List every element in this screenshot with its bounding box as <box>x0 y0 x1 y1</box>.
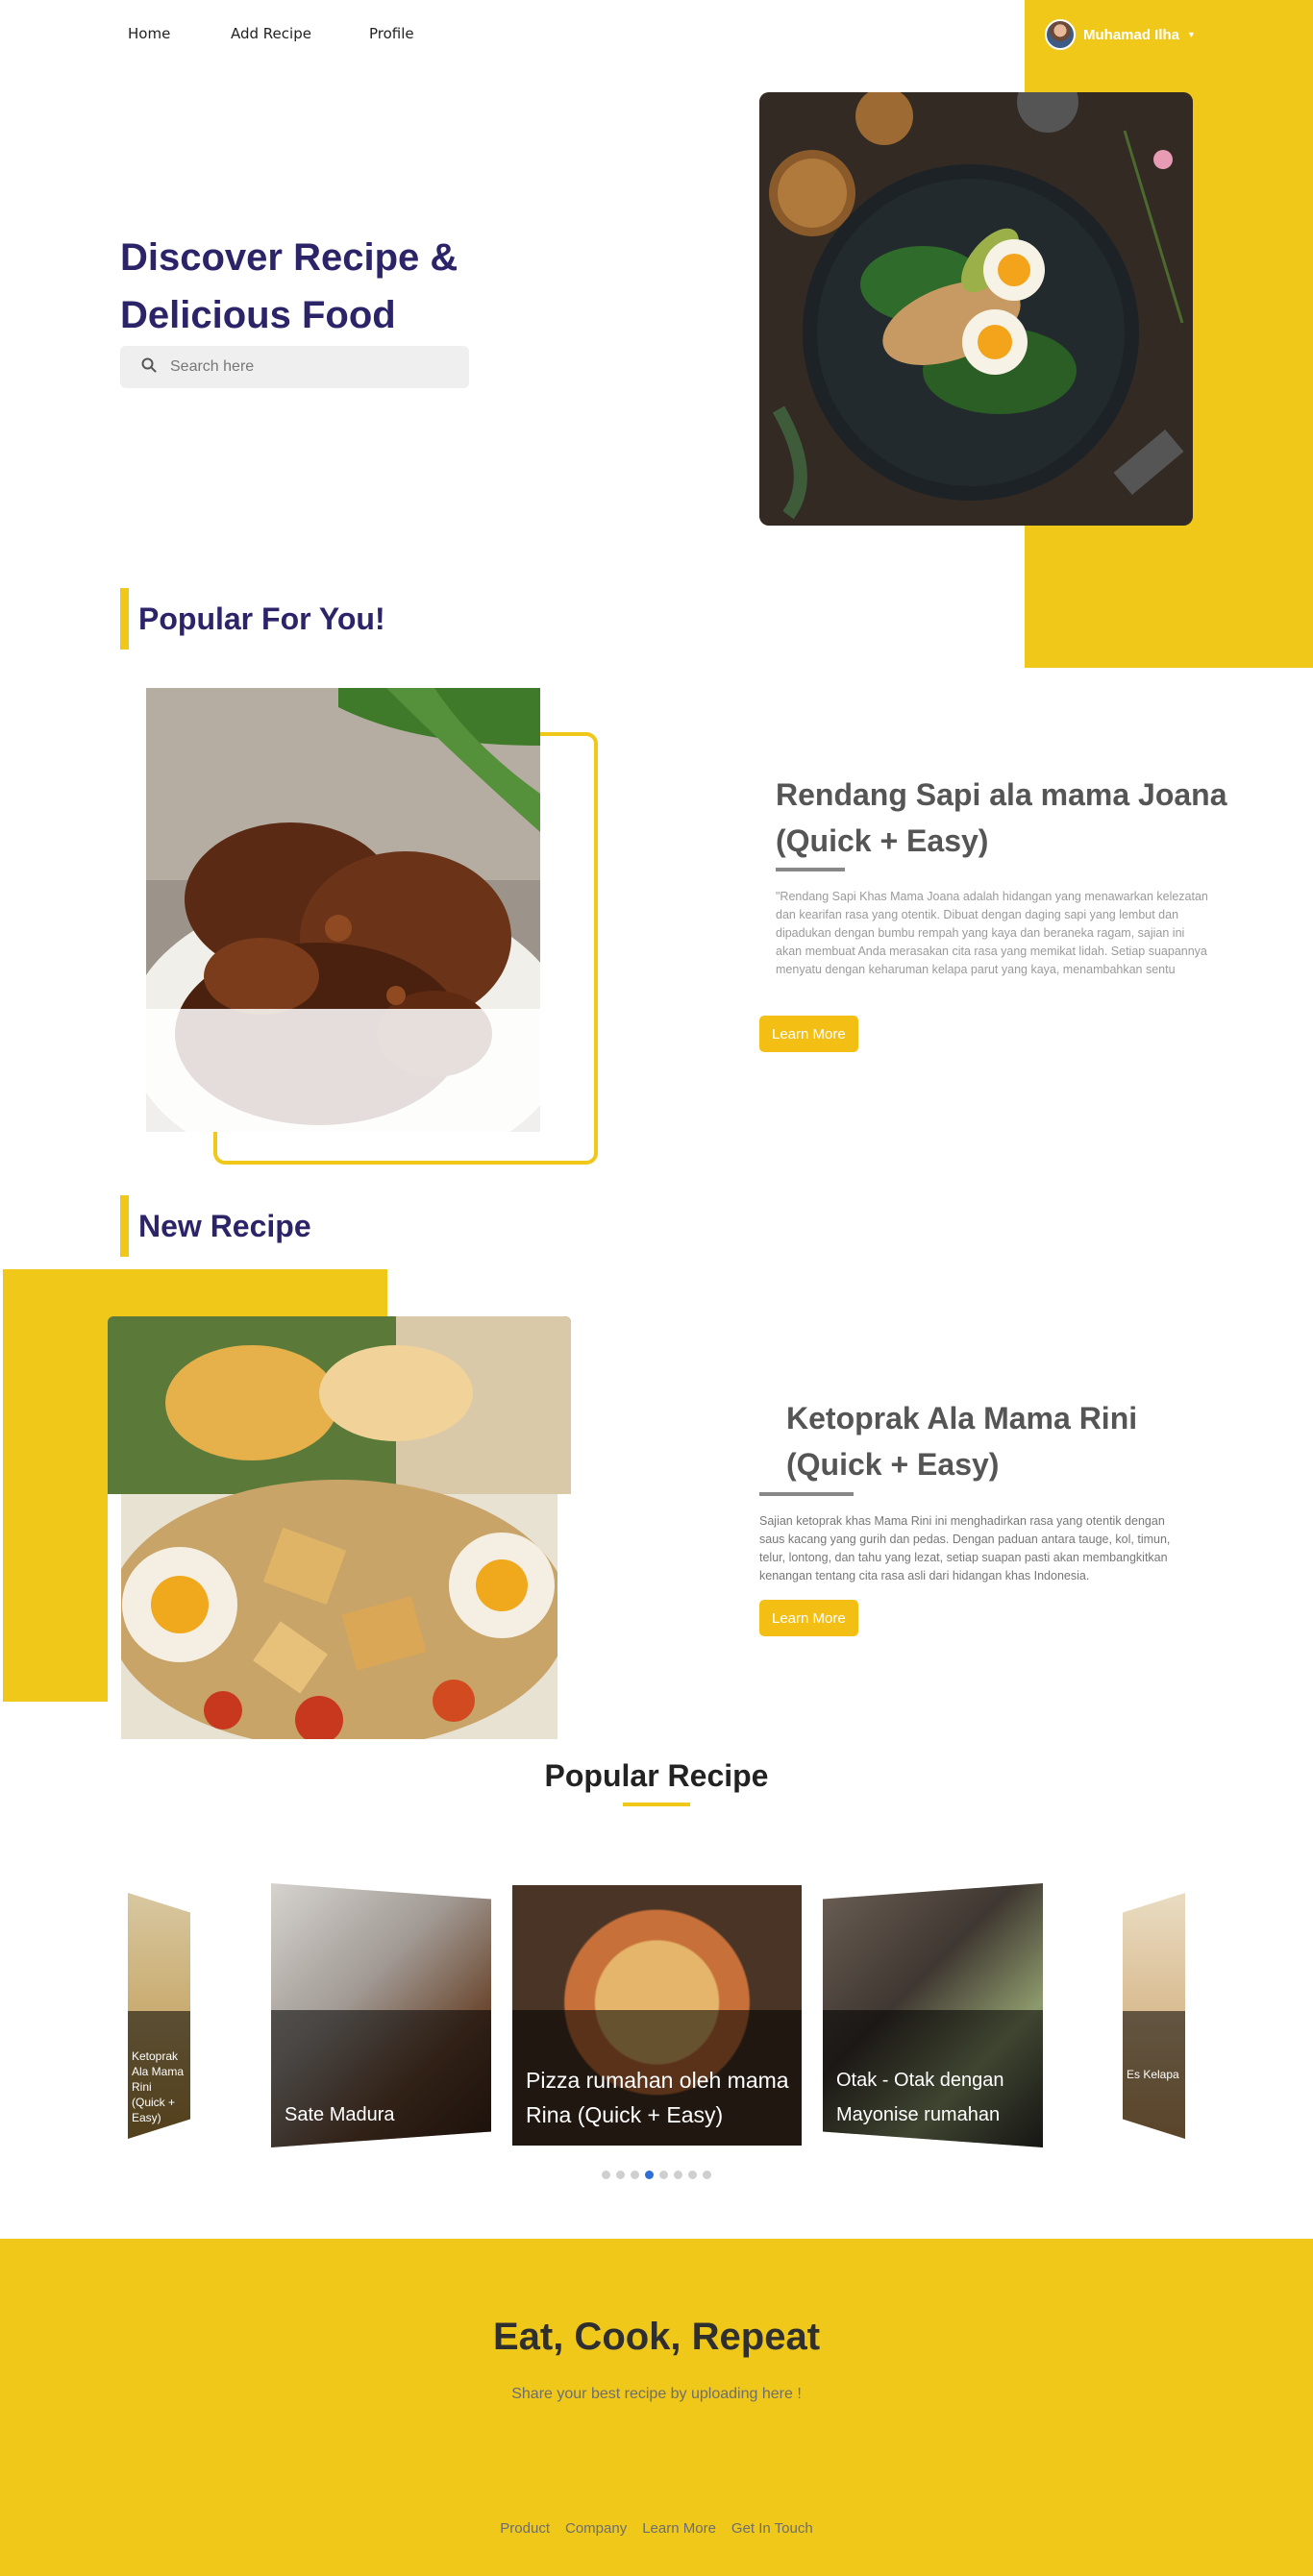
search-icon <box>141 357 157 378</box>
ketoprak-image <box>108 1316 571 1739</box>
carousel-dot[interactable] <box>659 2171 668 2179</box>
popular-learn-more-button[interactable]: Learn More <box>759 1016 858 1052</box>
navbar: Home Add Recipe Profile Muhamad Ilha ▼ <box>0 0 1313 69</box>
footer-links: Product Company Learn More Get In Touch <box>0 2520 1313 2537</box>
popular-recipe-description: "Rendang Sapi Khas Mama Joana adalah hid… <box>776 890 1208 976</box>
popular-for-you-heading: Popular For You! <box>120 588 385 650</box>
carousel-slide[interactable]: Otak - Otak dengan Mayonise rumahan <box>823 1883 1043 2147</box>
section-title: Popular For You! <box>138 601 385 636</box>
carousel-pagination <box>0 2171 1313 2179</box>
slide-caption: Es Kelapa <box>1127 2068 1179 2081</box>
carousel-slide[interactable]: Sate Madura <box>271 1883 491 2147</box>
new-recipe-title: Ketoprak Ala Mama Rini (Quick + Easy) <box>786 1401 1138 1482</box>
user-name: Muhamad Ilha <box>1083 26 1180 43</box>
carousel-slide[interactable]: Es Kelapa <box>1123 1893 1185 2139</box>
nav-home-link[interactable]: Home <box>128 25 170 42</box>
new-recipe-description: Sajian ketoprak khas Mama Rini ini mengh… <box>759 1514 1171 1582</box>
slide-caption: Sate Madura <box>285 2104 395 2125</box>
popular-recipe-title: Rendang Sapi ala mama Joana (Quick + Eas… <box>776 777 1227 858</box>
carousel-slide[interactable]: Ketoprak Ala Mama Rini (Quick + Easy) <box>128 1893 190 2139</box>
carousel-dot-active[interactable] <box>645 2171 654 2179</box>
carousel-dot[interactable] <box>688 2171 697 2179</box>
slide-caption: Otak - Otak dengan Mayonise rumahan <box>836 2070 1004 2125</box>
section-accent-bar <box>120 1195 129 1257</box>
title-underline <box>776 868 845 871</box>
heading-underline <box>623 1803 690 1806</box>
caret-down-icon: ▼ <box>1187 30 1196 39</box>
carousel-dot[interactable] <box>703 2171 711 2179</box>
footer-link-learn-more[interactable]: Learn More <box>642 2520 716 2537</box>
carousel-dot[interactable] <box>602 2171 610 2179</box>
user-menu[interactable]: Muhamad Ilha ▼ <box>1045 19 1196 50</box>
section-title: New Recipe <box>138 1208 311 1243</box>
footer-link-product[interactable]: Product <box>500 2520 550 2537</box>
footer: Eat, Cook, Repeat Share your best recipe… <box>0 2239 1313 2576</box>
carousel-slide[interactable]: Pizza rumahan oleh mama Rina (Quick + Ea… <box>512 1885 802 2146</box>
avatar <box>1045 19 1076 50</box>
nav-profile-link[interactable]: Profile <box>369 25 414 42</box>
title-underline <box>759 1492 854 1496</box>
new-recipe-heading: New Recipe <box>120 1195 311 1257</box>
footer-title: Eat, Cook, Repeat <box>492 2316 821 2358</box>
rendang-image-overlay <box>128 1009 560 1132</box>
nav-add-recipe-link[interactable]: Add Recipe <box>231 25 311 42</box>
carousel-dot[interactable] <box>631 2171 639 2179</box>
footer-link-get-in-touch[interactable]: Get In Touch <box>731 2520 813 2537</box>
footer-subtitle: Share your best recipe by uploading here… <box>511 2386 802 2402</box>
section-accent-bar <box>120 588 129 650</box>
slide-caption: Pizza rumahan oleh mama Rina (Quick + Ea… <box>526 2068 789 2127</box>
search-bar <box>120 346 469 388</box>
carousel-dot[interactable] <box>616 2171 625 2179</box>
popular-recipe-heading: Popular Recipe <box>544 1758 769 1793</box>
footer-link-company[interactable]: Company <box>565 2520 627 2537</box>
carousel-dot[interactable] <box>674 2171 682 2179</box>
hero-food-image <box>759 92 1193 526</box>
search-input[interactable] <box>170 358 439 376</box>
new-learn-more-button[interactable]: Learn More <box>759 1600 858 1636</box>
slide-caption: Ketoprak Ala Mama Rini (Quick + Easy) <box>132 2049 185 2124</box>
hero-title: Discover Recipe & Delicious Food <box>120 236 458 336</box>
